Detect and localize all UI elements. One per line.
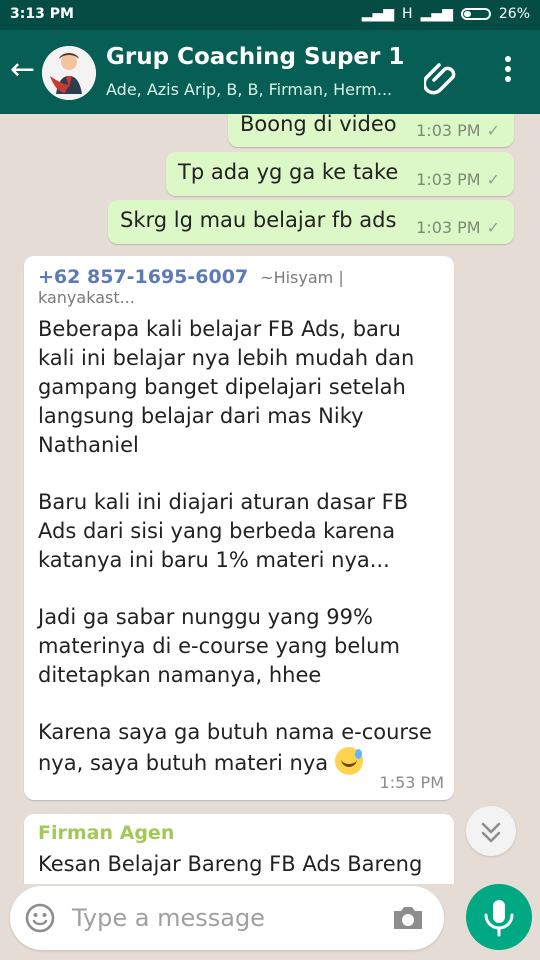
arrow-left-icon[interactable]: ← bbox=[10, 55, 35, 85]
battery-icon bbox=[460, 8, 491, 20]
message-body: Beberapa kali belajar FB Ads, baru kali … bbox=[38, 315, 438, 778]
message-meta: 1:03 PM ✓ bbox=[416, 121, 500, 140]
message-time: 1:03 PM bbox=[416, 170, 481, 189]
message-text: Boong di video bbox=[240, 114, 397, 136]
message-incoming-2[interactable]: Firman Agen Kesan Belajar Bareng FB Ads … bbox=[24, 814, 454, 884]
message-meta: 1:03 PM ✓ bbox=[416, 170, 500, 189]
voice-message-button[interactable] bbox=[466, 884, 532, 950]
message-time: 1:53 PM bbox=[379, 773, 444, 792]
signal-icon: ▂▄▆ bbox=[361, 6, 395, 22]
chat-title[interactable]: Grup Coaching Super 1 bbox=[106, 44, 404, 70]
group-avatar[interactable] bbox=[42, 46, 96, 100]
message-time: 1:03 PM bbox=[416, 121, 481, 140]
paperclip-icon[interactable] bbox=[424, 58, 464, 98]
chat-subtitle[interactable]: Ade, Azis Arip, B, B, Firman, Herm... bbox=[106, 80, 411, 99]
status-time: 3:13 PM bbox=[10, 6, 74, 22]
battery-percent: 26% bbox=[498, 6, 530, 22]
chat-header: ← Grup Coaching Super 1 Ade, Azis Arip, … bbox=[0, 30, 540, 114]
sender-phone[interactable]: +62 857-1695-6007 bbox=[38, 266, 248, 288]
signal-icon-2: ▂▄▆ bbox=[420, 6, 453, 22]
microphone-icon bbox=[484, 900, 514, 937]
network-type: H bbox=[402, 6, 413, 22]
message-text: Skrg lg mau belajar fb ads bbox=[120, 208, 397, 232]
message-paragraph-1: Beberapa kali belajar FB Ads, baru kali … bbox=[38, 317, 415, 457]
message-outgoing-3[interactable]: Skrg lg mau belajar fb ads 1:03 PM ✓ bbox=[108, 200, 514, 244]
message-time: 1:03 PM bbox=[416, 218, 481, 237]
paragraph-text: Karena saya ga butuh nama e-course nya, … bbox=[38, 720, 432, 775]
message-paragraph-4: Karena saya ga butuh nama e-course nya, … bbox=[38, 718, 438, 778]
smiley-icon[interactable] bbox=[24, 902, 56, 934]
double-chevron-down-icon bbox=[481, 822, 501, 843]
message-content: Firman Agen Kesan Belajar Bareng FB Ads … bbox=[38, 822, 438, 879]
message-list[interactable]: Boong di video 1:03 PM ✓ Tp ada yg ga ke … bbox=[0, 114, 540, 884]
message-paragraph-2: Baru kali ini diajari aturan dasar FB Ad… bbox=[38, 490, 409, 572]
more-vert-icon[interactable] bbox=[502, 56, 514, 92]
status-icons: ▂▄▆ H ▂▄▆ 26% bbox=[362, 6, 530, 22]
check-icon: ✓ bbox=[486, 218, 500, 237]
message-content: +62 857-1695-6007 ~Hisyam | kanyakast... … bbox=[38, 266, 438, 778]
status-bar: 3:13 PM ▂▄▆ H ▂▄▆ 26% bbox=[0, 0, 540, 30]
scroll-to-bottom-button[interactable] bbox=[466, 806, 516, 856]
message-composer[interactable]: Type a message bbox=[10, 886, 444, 950]
avatar-illustration bbox=[42, 46, 96, 100]
message-outgoing-2[interactable]: Tp ada yg ga ke take 1:03 PM ✓ bbox=[166, 152, 514, 196]
message-input[interactable]: Type a message bbox=[72, 904, 265, 932]
sender-name[interactable]: Firman Agen bbox=[38, 822, 438, 844]
message-incoming-1[interactable]: +62 857-1695-6007 ~Hisyam | kanyakast... … bbox=[24, 256, 454, 800]
camera-icon[interactable] bbox=[390, 902, 426, 934]
check-icon: ✓ bbox=[486, 170, 500, 189]
message-paragraph-3: Jadi ga sabar nunggu yang 99% materinya … bbox=[38, 605, 400, 687]
message-outgoing-1[interactable]: Boong di video 1:03 PM ✓ bbox=[228, 114, 514, 147]
sender-row: +62 857-1695-6007 ~Hisyam | kanyakast... bbox=[38, 266, 438, 307]
sweat-smile-emoji-icon bbox=[334, 747, 363, 775]
message-text: Tp ada yg ga ke take bbox=[178, 160, 399, 184]
message-meta: 1:03 PM ✓ bbox=[416, 218, 500, 237]
check-icon: ✓ bbox=[486, 121, 500, 140]
message-body: Kesan Belajar Bareng FB Ads Bareng bbox=[38, 852, 423, 876]
